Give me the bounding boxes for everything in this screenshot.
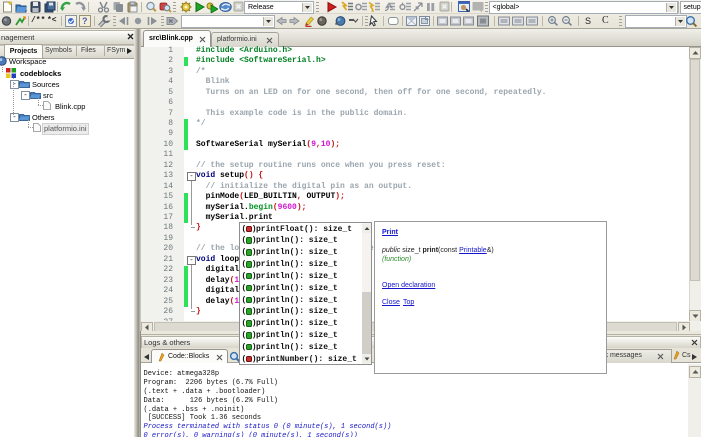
svg-text:?: ? (82, 16, 88, 26)
